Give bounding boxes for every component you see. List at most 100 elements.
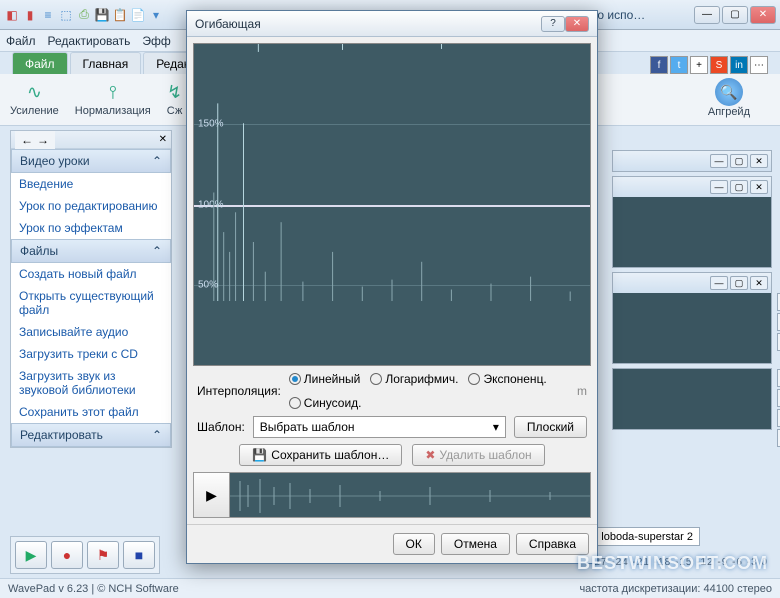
qat-icon[interactable]: 📋 bbox=[112, 7, 128, 23]
help-button[interactable]: Справка bbox=[516, 533, 589, 555]
qat-icon[interactable]: 📄 bbox=[130, 7, 146, 23]
ribbon-amplify[interactable]: ∿ Усиление bbox=[10, 82, 59, 117]
qat-icon[interactable]: ◧ bbox=[4, 7, 20, 23]
close-icon[interactable]: ✕ bbox=[750, 276, 768, 290]
preview-play-button[interactable]: ▶ bbox=[194, 473, 230, 517]
sidebar-link[interactable]: Введение bbox=[11, 173, 171, 195]
minimize-icon[interactable]: — bbox=[710, 154, 728, 168]
status-bar: WavePad v 6.23 | © NCH Software частота … bbox=[0, 578, 780, 598]
template-combo[interactable]: Выбрать шаблон ▾ bbox=[253, 416, 506, 438]
radio-icon bbox=[289, 397, 301, 409]
more-icon[interactable]: ⋯ bbox=[750, 56, 768, 74]
tab-file[interactable]: Файл bbox=[12, 52, 68, 75]
preview-waveform[interactable] bbox=[230, 473, 590, 517]
help-button[interactable]: ? bbox=[541, 16, 565, 32]
sidebar-section-files[interactable]: Файлы ⌃ bbox=[11, 239, 171, 263]
qat-icon[interactable]: ≡ bbox=[40, 7, 56, 23]
upgrade-button[interactable]: 🔍 Апгрейд bbox=[708, 78, 750, 118]
waveform-view[interactable] bbox=[613, 197, 771, 267]
radio-linear[interactable]: Линейный bbox=[289, 372, 361, 386]
close-icon[interactable]: ✕ bbox=[750, 154, 768, 168]
status-version: WavePad v 6.23 | © NCH Software bbox=[8, 583, 179, 595]
sidebar-back-icon[interactable]: ← bbox=[21, 133, 33, 147]
envelope-dialog: Огибающая ? ✕ 150% 100% 50% bbox=[186, 10, 598, 564]
close-icon[interactable]: ✕ bbox=[750, 180, 768, 194]
maximize-icon[interactable]: ▢ bbox=[730, 180, 748, 194]
menu-file[interactable]: Файл bbox=[6, 34, 36, 48]
preview-player: ▶ bbox=[193, 472, 591, 518]
maximize-button[interactable]: ▢ bbox=[722, 6, 748, 24]
wave-window: 🔍 🔎 ⤢ ⊡ bbox=[612, 368, 772, 430]
sidebar-link[interactable]: Загрузить треки с CD bbox=[11, 343, 171, 365]
status-info: частота дискретизации: 44100 стерео bbox=[579, 583, 772, 595]
collapse-icon: ⌃ bbox=[152, 428, 162, 442]
qat-icon[interactable]: 💾 bbox=[94, 7, 110, 23]
dialog-titlebar[interactable]: Огибающая ? ✕ bbox=[187, 11, 597, 37]
minimize-icon[interactable]: — bbox=[710, 180, 728, 194]
sidebar-link[interactable]: Записывайте аудио bbox=[11, 321, 171, 343]
collapse-icon: ⌃ bbox=[152, 244, 162, 258]
minimize-icon[interactable]: — bbox=[710, 276, 728, 290]
tab-home[interactable]: Главная bbox=[70, 52, 142, 75]
facebook-icon[interactable]: f bbox=[650, 56, 668, 74]
sidebar-section-videos[interactable]: Видео уроки ⌃ bbox=[11, 149, 171, 173]
template-label: Шаблон: bbox=[197, 420, 245, 434]
template-buttons-row: 💾Сохранить шаблон… ✖Удалить шаблон bbox=[193, 444, 591, 466]
radio-sine[interactable]: Синусоид. bbox=[289, 396, 362, 410]
chevron-down-icon: ▾ bbox=[493, 420, 499, 434]
maximize-icon[interactable]: ▢ bbox=[730, 276, 748, 290]
radio-exp[interactable]: Экспоненц. bbox=[468, 372, 546, 386]
marker-button[interactable]: ⚑ bbox=[87, 541, 119, 569]
dialog-footer: ОК Отмена Справка bbox=[187, 524, 597, 563]
minimize-button[interactable]: — bbox=[694, 6, 720, 24]
ribbon-compress[interactable]: ↯ Сж bbox=[167, 82, 183, 117]
upgrade-label: Апгрейд bbox=[708, 106, 750, 118]
radio-log[interactable]: Логарифмич. bbox=[370, 372, 458, 386]
stop-button[interactable]: ■ bbox=[123, 541, 155, 569]
radio-icon bbox=[468, 373, 480, 385]
cancel-button[interactable]: Отмена bbox=[441, 533, 510, 555]
compress-icon: ↯ bbox=[167, 82, 182, 103]
ribbon-label: Нормализация bbox=[75, 105, 151, 117]
sidebar-link[interactable]: Открыть существующий файл bbox=[11, 285, 171, 321]
play-button[interactable]: ▶ bbox=[15, 541, 47, 569]
qat-icon[interactable]: ▾ bbox=[148, 7, 164, 23]
envelope-waveform bbox=[194, 44, 590, 301]
close-button[interactable]: ✕ bbox=[565, 16, 589, 32]
envelope-editor[interactable]: 150% 100% 50% bbox=[193, 43, 591, 366]
window-controls: — ▢ ✕ bbox=[694, 6, 776, 24]
flat-button[interactable]: Плоский bbox=[514, 416, 587, 438]
qat-icon[interactable]: ▮ bbox=[22, 7, 38, 23]
plus-icon[interactable]: + bbox=[690, 56, 708, 74]
sidebar-link[interactable]: Урок по эффектам bbox=[11, 217, 171, 239]
sidebar-close-icon[interactable]: ✕ bbox=[159, 134, 167, 145]
scale-indicator: m bbox=[577, 384, 587, 398]
close-button[interactable]: ✕ bbox=[750, 6, 776, 24]
maximize-icon[interactable]: ▢ bbox=[730, 154, 748, 168]
sidebar-link[interactable]: Создать новый файл bbox=[11, 263, 171, 285]
waveform-view[interactable]: 🔍 🔎 ⤢ ⊡ bbox=[613, 369, 771, 429]
linkedin-icon[interactable]: in bbox=[730, 56, 748, 74]
delete-template-button[interactable]: ✖Удалить шаблон bbox=[412, 444, 544, 466]
waveform-view[interactable]: 🔍 🔎 ⤢ bbox=[613, 293, 771, 363]
menu-effects[interactable]: Эфф bbox=[142, 34, 170, 48]
ok-button[interactable]: ОК bbox=[393, 533, 435, 555]
wave-window: — ▢ ✕ bbox=[612, 150, 772, 172]
qat-icon[interactable]: ⬚ bbox=[58, 7, 74, 23]
radio-icon bbox=[370, 373, 382, 385]
menu-edit[interactable]: Редактировать bbox=[48, 34, 131, 48]
quick-access-toolbar: ◧ ▮ ≡ ⬚ ⎙ 💾 📋 📄 ▾ bbox=[4, 7, 164, 23]
sidebar-link[interactable]: Урок по редактированию bbox=[11, 195, 171, 217]
sidebar-link[interactable]: Сохранить этот файл bbox=[11, 401, 171, 423]
record-button[interactable]: ● bbox=[51, 541, 83, 569]
sidebar-section-edit[interactable]: Редактировать ⌃ bbox=[11, 423, 171, 447]
stumble-icon[interactable]: S bbox=[710, 56, 728, 74]
qat-icon[interactable]: ⎙ bbox=[76, 7, 92, 23]
twitter-icon[interactable]: t bbox=[670, 56, 688, 74]
ribbon-normalize[interactable]: ⫯ Нормализация bbox=[75, 82, 151, 117]
save-template-button[interactable]: 💾Сохранить шаблон… bbox=[239, 444, 402, 466]
sidebar-fwd-icon[interactable]: → bbox=[37, 133, 49, 147]
collapse-icon: ⌃ bbox=[152, 154, 162, 168]
wave-window: — ▢ ✕ 🔍 🔎 ⤢ bbox=[612, 272, 772, 364]
sidebar-link[interactable]: Загрузить звук из звуковой библиотеки bbox=[11, 365, 171, 401]
